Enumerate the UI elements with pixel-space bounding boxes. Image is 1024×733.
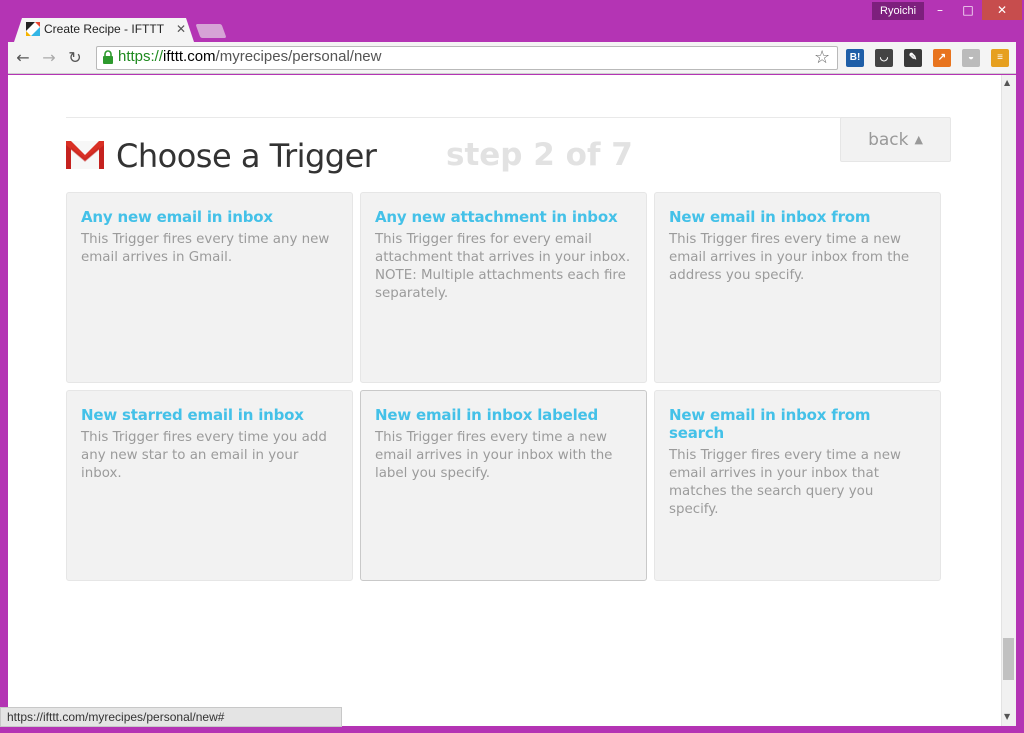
trigger-title[interactable]: Any new email in inbox — [81, 208, 338, 226]
back-arrow-icon[interactable]: ← — [12, 47, 34, 69]
trigger-title[interactable]: New email in inbox from — [669, 208, 926, 226]
analytics-icon[interactable]: ↗ — [933, 49, 951, 67]
user-profile-badge[interactable]: Ryoichi — [872, 2, 925, 20]
page-title: Choose a Trigger — [116, 137, 377, 175]
trigger-title[interactable]: New email in inbox from search — [669, 406, 926, 442]
tab-title: Create Recipe - IFTTT — [44, 22, 165, 36]
ifttt-favicon-icon — [26, 22, 40, 36]
url-path: /myrecipes/personal/new — [215, 48, 382, 65]
new-tab-button[interactable] — [195, 24, 227, 38]
trigger-title[interactable]: New email in inbox labeled — [375, 406, 632, 424]
evernote-icon[interactable]: ✎ — [904, 49, 922, 67]
page-viewport: Choose a Trigger step 2 of 7 back ▲ Any n… — [8, 75, 1001, 726]
trigger-card[interactable]: New email in inbox from This Trigger fir… — [654, 192, 941, 383]
trigger-card[interactable]: New starred email in inbox This Trigger … — [66, 390, 353, 581]
caret-up-icon: ▲ — [914, 133, 923, 146]
minimize-button[interactable]: – — [926, 0, 954, 20]
trigger-title[interactable]: Any new attachment in inbox — [375, 208, 632, 226]
back-button[interactable]: back ▲ — [840, 117, 951, 162]
trigger-description: This Trigger fires for every email attac… — [375, 232, 631, 301]
lock-icon — [103, 50, 113, 64]
trigger-card[interactable]: Any new attachment in inbox This Trigger… — [360, 192, 647, 383]
scroll-down-icon[interactable]: ▼ — [1004, 712, 1010, 721]
status-bar: https://ifttt.com/myrecipes/personal/new… — [0, 707, 342, 727]
scroll-thumb[interactable] — [1003, 638, 1014, 680]
close-window-button[interactable]: ✕ — [982, 0, 1022, 20]
trigger-card[interactable]: Any new email in inbox This Trigger fire… — [66, 192, 353, 383]
trigger-description: This Trigger fires every time a new emai… — [669, 448, 901, 517]
trigger-description: This Trigger fires every time any new em… — [81, 232, 330, 265]
forward-arrow-icon[interactable]: → — [38, 47, 60, 69]
trigger-card[interactable]: New email in inbox from search This Trig… — [654, 390, 941, 581]
step-indicator: step 2 of 7 — [446, 137, 633, 173]
hatena-bookmark-icon[interactable]: B! — [846, 49, 864, 67]
back-button-label: back — [868, 130, 909, 150]
url-host: ifttt.com — [163, 48, 216, 65]
pocket-icon[interactable]: ◡ — [875, 49, 893, 67]
reload-icon[interactable]: ↻ — [64, 47, 86, 69]
url-scheme: https:// — [118, 48, 164, 65]
tab-close-icon[interactable]: ✕ — [176, 22, 186, 36]
url-text[interactable]: https://ifttt.com/myrecipes/personal/new — [118, 48, 381, 65]
trigger-description: This Trigger fires every time you add an… — [81, 430, 327, 481]
menu-icon[interactable]: ≡ — [991, 49, 1009, 67]
scroll-up-icon[interactable]: ▲ — [1004, 78, 1010, 87]
trigger-description: This Trigger fires every time a new emai… — [669, 232, 910, 283]
trigger-title[interactable]: New starred email in inbox — [81, 406, 338, 424]
gmail-icon — [66, 141, 104, 169]
maximize-button[interactable]: □ — [954, 0, 982, 20]
trigger-card[interactable]: New email in inbox labeled This Trigger … — [360, 390, 647, 581]
bookmark-star-icon[interactable]: ☆ — [814, 47, 830, 68]
header-divider — [66, 117, 950, 118]
cup-icon[interactable]: ◒ — [962, 49, 980, 67]
trigger-description: This Trigger fires every time a new emai… — [375, 430, 613, 481]
vertical-scrollbar[interactable] — [1001, 75, 1016, 726]
